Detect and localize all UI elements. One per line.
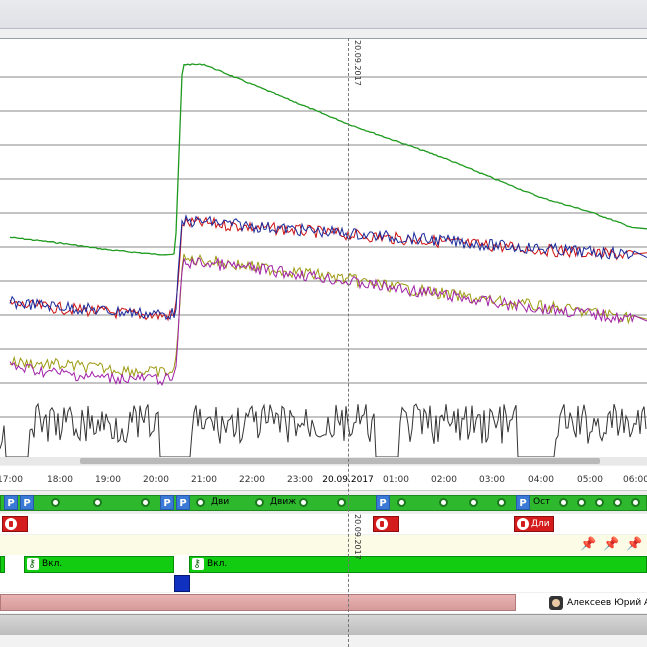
time-tick: 03:00 [479, 475, 505, 485]
steering-wheel-icon[interactable] [90, 495, 105, 510]
date-marker-label: 20.09.2017 [353, 40, 362, 86]
steering-wheel-icon[interactable] [436, 495, 451, 510]
driver-avatar-icon [549, 595, 563, 610]
steering-wheel-icon[interactable] [466, 495, 481, 510]
steering-wheel-icon[interactable] [296, 495, 311, 510]
steering-wheel-icon[interactable] [48, 495, 63, 510]
ignition-label: Вкл. [207, 559, 228, 569]
time-tick: 18:00 [47, 475, 73, 485]
sensor-chart[interactable] [0, 38, 647, 458]
window-toolbar [0, 0, 647, 29]
marker-lane [0, 575, 647, 592]
steering-wheel-icon[interactable] [494, 495, 509, 510]
alarm-event[interactable]: Дли [514, 516, 554, 532]
ignition-on-segment[interactable]: Вкл. [189, 556, 647, 573]
time-tick: 01:00 [383, 475, 409, 485]
driver-segment[interactable] [0, 594, 516, 611]
parking-event[interactable]: P [160, 495, 174, 510]
steering-wheel-icon[interactable] [138, 495, 153, 510]
alarm-event[interactable] [373, 516, 399, 532]
steering-wheel-icon[interactable] [394, 495, 409, 510]
scrollbar-thumb[interactable] [80, 458, 600, 464]
series-line-dark [0, 402, 647, 458]
ignition-on-segment[interactable]: Вкл. [24, 556, 174, 573]
steering-wheel-icon[interactable] [628, 495, 643, 510]
current-date-marker-line [348, 38, 349, 647]
driver-lane: Алексеев Юрий А [0, 593, 647, 613]
time-tick: 20:00 [143, 475, 169, 485]
time-tick: 17:00 [0, 475, 23, 485]
alarm-event[interactable] [2, 516, 28, 532]
series-line-green_series [9, 63, 647, 256]
alarm-icon [5, 518, 17, 530]
alarms-lane: Дли [0, 514, 647, 534]
movement-label[interactable]: Дви [211, 497, 229, 507]
steering-wheel-icon[interactable] [334, 495, 349, 510]
steering-wheel-icon[interactable] [592, 495, 607, 510]
pushpin-icon[interactable]: 📌 [626, 537, 642, 553]
blue-marker[interactable] [174, 575, 190, 592]
movement-label[interactable]: Движ [270, 497, 296, 507]
time-tick: 04:00 [528, 475, 554, 485]
steering-wheel-icon[interactable] [193, 495, 208, 510]
alarm-icon [376, 518, 388, 530]
pushpin-icon[interactable]: 📌 [580, 537, 596, 553]
ignition-lane: Вкл. Вкл. [0, 555, 647, 575]
pins-lane: 📌 📌 📌 [0, 535, 647, 555]
parking-event[interactable]: P [4, 495, 18, 510]
alarm-label: Дли [531, 519, 550, 529]
series-line-blue_series [9, 214, 647, 321]
steering-wheel-icon[interactable] [556, 495, 571, 510]
date-marker-label-lower: 20.09.2017 [353, 514, 362, 560]
driver-entry[interactable]: Алексеев Юрий А [549, 595, 647, 611]
stop-label[interactable]: Ост [533, 497, 550, 507]
parking-event[interactable]: P [176, 495, 190, 510]
steering-wheel-icon[interactable] [574, 495, 589, 510]
events-lane: P P P P Дви Движ P P Ост [0, 493, 647, 513]
chart-plot-area[interactable] [0, 39, 647, 458]
time-tick: 06:00 [623, 475, 647, 485]
driver-name: Алексеев Юрий А [567, 598, 647, 608]
bottom-track [0, 614, 647, 635]
steering-wheel-icon[interactable] [252, 495, 267, 510]
time-tick: 19:00 [95, 475, 121, 485]
steering-wheel-icon[interactable] [610, 495, 625, 510]
bottom-scroll-area [0, 635, 647, 647]
key-icon [192, 556, 204, 571]
chart-horizontal-scrollbar[interactable] [0, 457, 647, 465]
time-tick: 05:00 [577, 475, 603, 485]
time-tick: 02:00 [431, 475, 457, 485]
parking-event[interactable]: P [376, 495, 390, 510]
pushpin-icon[interactable]: 📌 [603, 537, 619, 553]
series-line-red_series [9, 216, 647, 322]
parking-event[interactable]: P [20, 495, 34, 510]
key-icon [27, 556, 39, 571]
parking-event[interactable]: P [516, 495, 530, 510]
time-tick: 22:00 [239, 475, 265, 485]
ignition-on-segment[interactable] [0, 556, 5, 573]
time-tick: 21:00 [191, 475, 217, 485]
time-axis: 17:00 18:00 19:00 20:00 21:00 22:00 23:0… [0, 466, 647, 491]
time-tick: 23:00 [287, 475, 313, 485]
alarm-icon [517, 518, 529, 530]
series-line-magenta_series [9, 257, 647, 386]
ignition-label: Вкл. [42, 559, 63, 569]
